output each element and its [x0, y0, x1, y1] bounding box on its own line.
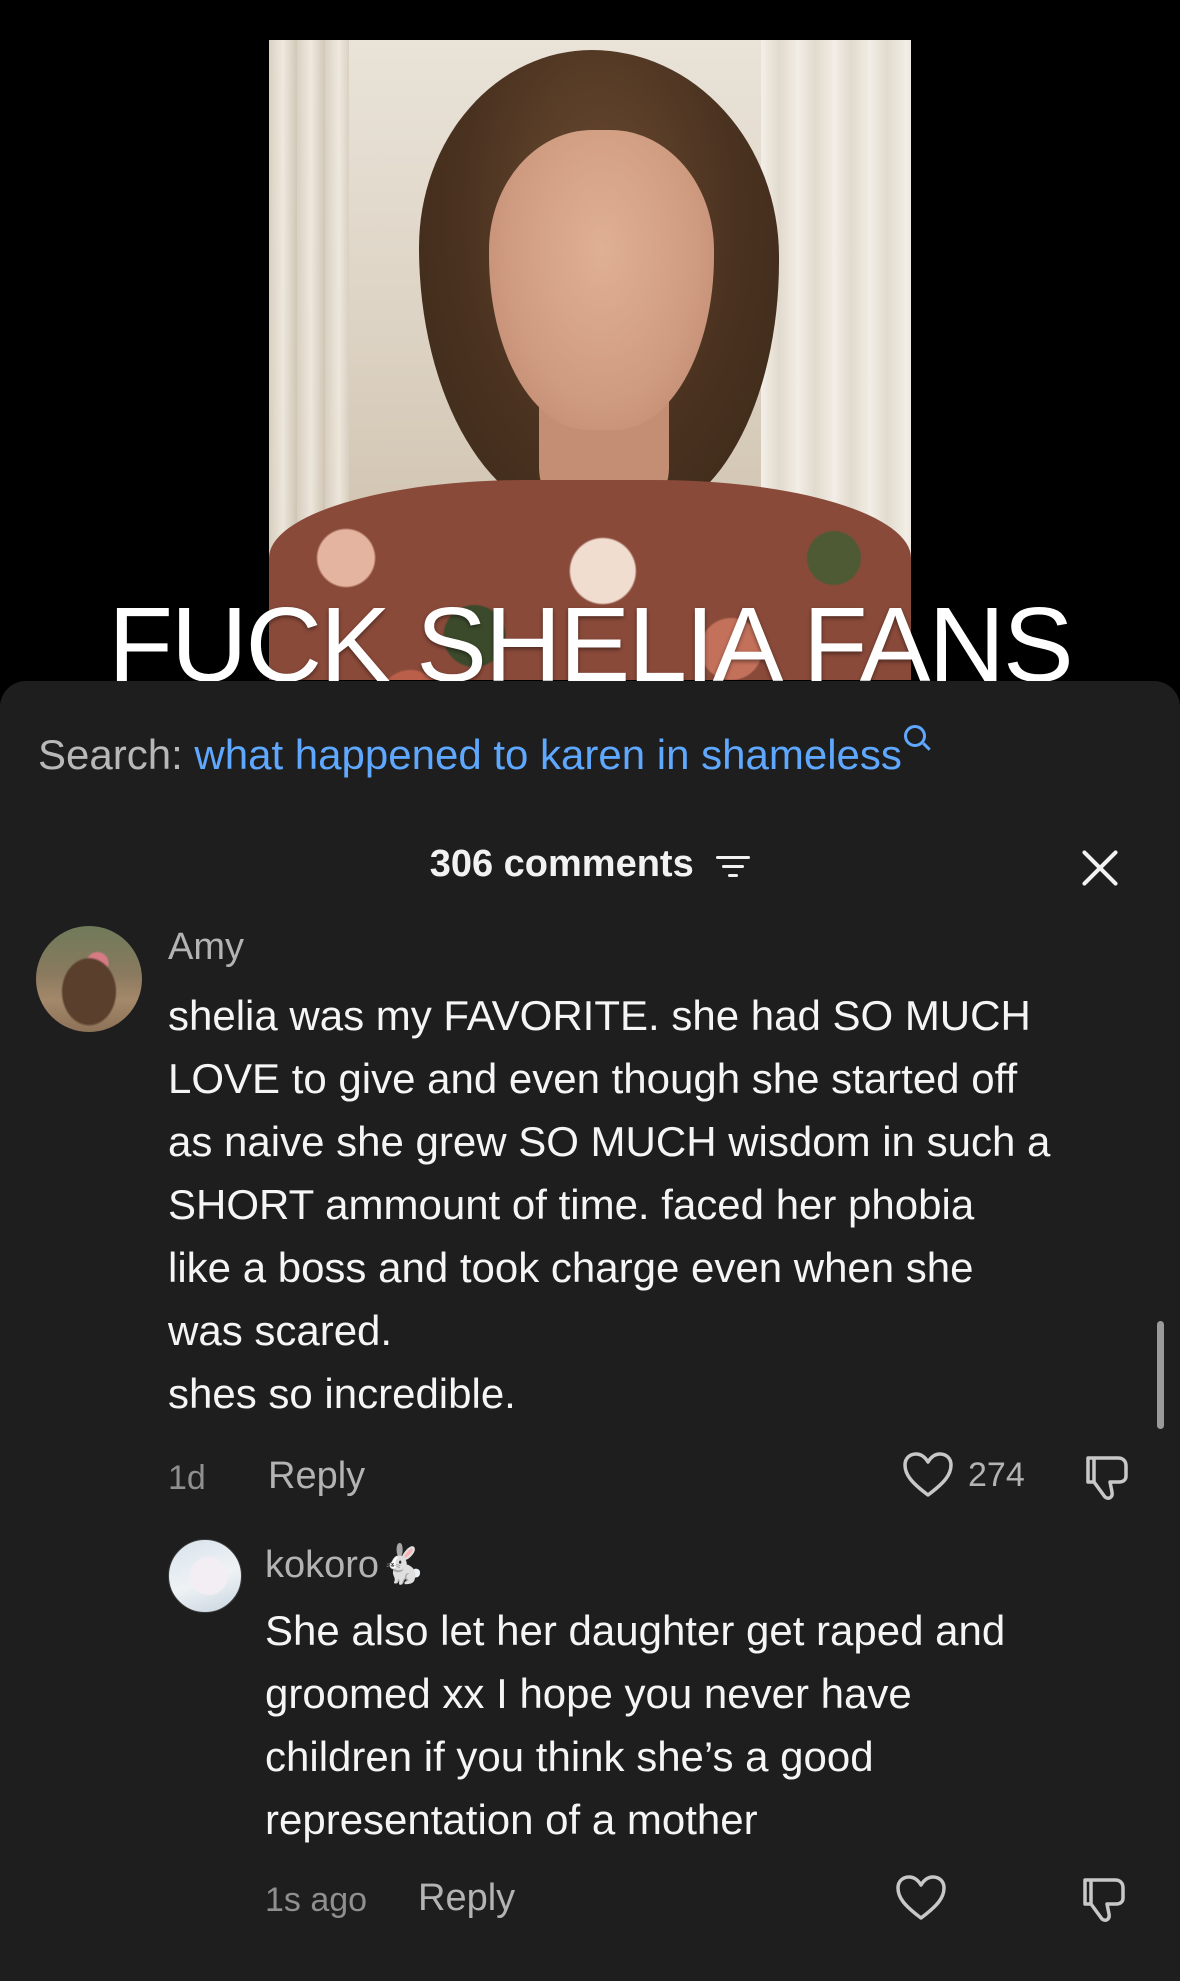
- dislike-icon[interactable]: [1077, 1874, 1129, 1924]
- dislike-icon[interactable]: [1080, 1452, 1132, 1502]
- comments-sheet: Search: what happened to karen in shamel…: [0, 681, 1180, 1981]
- like-button[interactable]: 274: [902, 1451, 1025, 1499]
- comment-timestamp: 1s ago: [265, 1881, 368, 1919]
- comments-header: 306 comments: [0, 843, 1180, 886]
- comment-username[interactable]: Amy: [168, 926, 244, 969]
- avatar[interactable]: [168, 1539, 242, 1613]
- heart-icon: [896, 1875, 946, 1920]
- reply-button[interactable]: Reply: [418, 1877, 515, 1920]
- heart-icon: [903, 1452, 953, 1497]
- person-face: [489, 130, 714, 430]
- search-icon[interactable]: [903, 725, 926, 747]
- like-button[interactable]: [895, 1874, 947, 1922]
- video-area[interactable]: FUCK SHELIA FANS: [0, 0, 1180, 700]
- video-thumbnail: [269, 40, 911, 680]
- close-icon[interactable]: [1078, 846, 1122, 890]
- search-label: Search:: [38, 731, 183, 778]
- reply-button[interactable]: Reply: [268, 1455, 365, 1498]
- comments-count: 306 comments: [429, 843, 694, 885]
- like-count: 274: [968, 1455, 1025, 1494]
- search-suggestion[interactable]: Search: what happened to karen in shamel…: [38, 725, 926, 779]
- scrollbar[interactable]: [1157, 1321, 1164, 1429]
- comment-username[interactable]: kokoro🐇: [265, 1543, 426, 1587]
- search-query-link[interactable]: what happened to karen in shameless: [194, 731, 901, 778]
- avatar[interactable]: [36, 926, 142, 1032]
- comment-text: shelia was my FAVORITE. she had SO MUCH …: [168, 992, 1051, 1417]
- comment-timestamp: 1d: [168, 1459, 206, 1497]
- sort-filter-icon[interactable]: [716, 854, 751, 878]
- comment-text: She also let her daughter get raped and …: [265, 1607, 1006, 1843]
